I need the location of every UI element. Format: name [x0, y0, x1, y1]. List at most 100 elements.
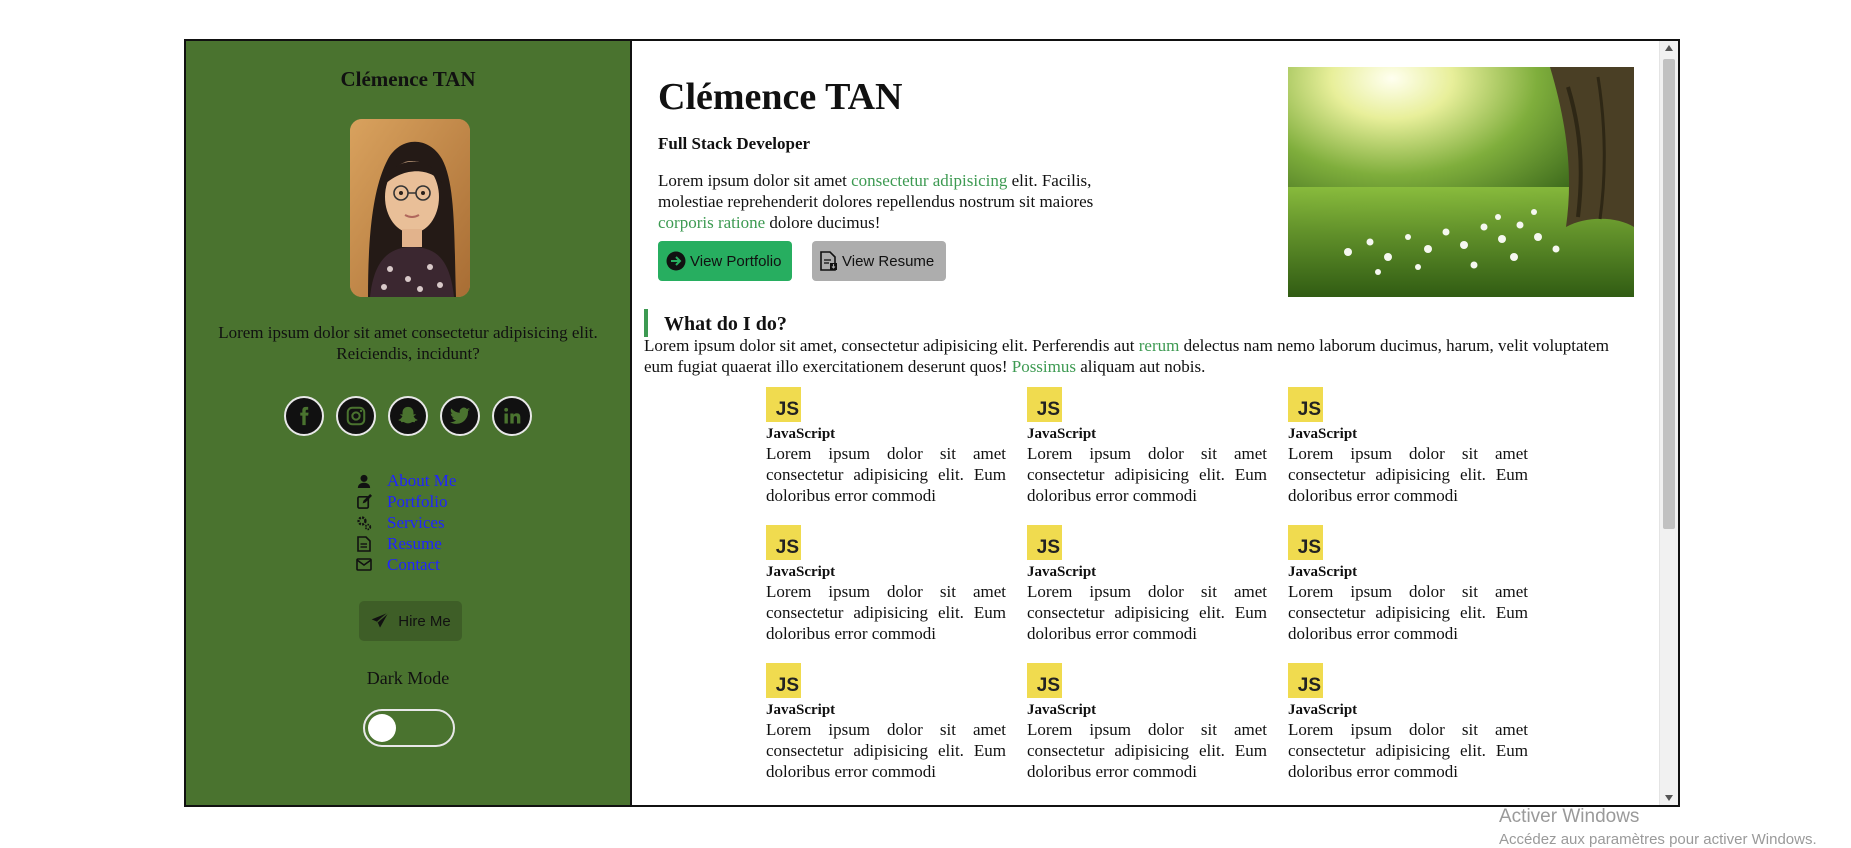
- javascript-icon: JS: [1288, 387, 1323, 422]
- service-card-title: JavaScript: [1288, 702, 1358, 718]
- service-card-text: Lorem ipsum dolor sit amet consectetur a…: [1288, 444, 1528, 505]
- intro-highlight-1: consectetur adipisicing: [851, 171, 1008, 190]
- page-frame: Clémence TAN Lorem ipsum dolor sit amet …: [184, 39, 1680, 807]
- service-card-text: Lorem ipsum dolor sit amet consectetur a…: [766, 444, 1006, 505]
- scroll-down-arrow[interactable]: [1665, 795, 1673, 801]
- service-card-text: Lorem ipsum dolor sit amet consectetur a…: [1288, 720, 1528, 781]
- nav-link-resume[interactable]: Resume: [387, 534, 442, 554]
- gears-icon: [355, 514, 373, 532]
- js-badge-text: JS: [1297, 675, 1321, 696]
- service-card: JS JavaScript Lorem ipsum dolor sit amet c…: [1027, 387, 1267, 506]
- sidebar-description: Lorem ipsum dolor sit amet consectetur a…: [218, 323, 598, 363]
- service-card: JS JavaScript Lorem ipsum dolor sit amet c…: [766, 387, 1006, 506]
- intro-text: Lorem ipsum dolor sit amet consectetur a…: [658, 170, 1138, 233]
- arrow-circle-icon: [666, 251, 686, 271]
- js-badge-text: JS: [1297, 399, 1321, 420]
- service-card-title: JavaScript: [1288, 426, 1358, 442]
- user-icon: [355, 472, 373, 490]
- service-card-title: JavaScript: [1027, 426, 1097, 442]
- snapchat-icon[interactable]: [388, 396, 428, 436]
- js-badge-text: JS: [775, 399, 799, 420]
- nav-item-about[interactable]: About Me: [355, 470, 456, 491]
- javascript-icon: JS: [1288, 663, 1323, 698]
- dark-mode-label: Dark Mode: [366, 668, 450, 688]
- dark-mode-toggle[interactable]: [363, 709, 455, 747]
- intro-highlight-2: corporis ratione: [658, 213, 766, 232]
- nav-item-contact[interactable]: Contact: [355, 554, 456, 575]
- service-card-title: JavaScript: [1027, 702, 1097, 718]
- service-card-text: Lorem ipsum dolor sit amet consectetur a…: [1027, 444, 1267, 505]
- services-grid: JS JavaScript Lorem ipsum dolor sit amet c…: [766, 387, 1528, 782]
- intro-part-1: Lorem ipsum dolor sit amet: [658, 171, 852, 190]
- intro-part-3: dolore ducimus!: [765, 213, 881, 232]
- watermark-title: Activer Windows: [1499, 806, 1640, 827]
- section-title: What do I do?: [644, 309, 787, 337]
- js-badge-text: JS: [1036, 675, 1060, 696]
- service-card-text: Lorem ipsum dolor sit amet consectetur a…: [1288, 582, 1528, 643]
- js-badge-text: JS: [1297, 537, 1321, 558]
- service-card: JS JavaScript Lorem ipsum dolor sit amet c…: [1027, 525, 1267, 644]
- nav-link-portfolio[interactable]: Portfolio: [387, 492, 447, 512]
- hire-me-label: Hire Me: [398, 612, 451, 630]
- service-card-text: Lorem ipsum dolor sit amet consectetur a…: [1027, 582, 1267, 643]
- service-card: JS JavaScript Lorem ipsum dolor sit amet c…: [1288, 663, 1528, 782]
- view-portfolio-label: View Portfolio: [690, 252, 782, 270]
- js-badge-text: JS: [775, 537, 799, 558]
- facebook-icon[interactable]: [284, 396, 324, 436]
- service-card: JS JavaScript Lorem ipsum dolor sit amet c…: [1288, 525, 1528, 644]
- hire-me-button[interactable]: Hire Me: [359, 601, 462, 641]
- service-card: JS JavaScript Lorem ipsum dolor sit amet c…: [766, 525, 1006, 644]
- mail-icon: [355, 556, 373, 574]
- watermark-subtitle: Accédez aux paramètres pour activer Wind…: [1499, 831, 1817, 848]
- instagram-icon[interactable]: [336, 396, 376, 436]
- sidebar-name: Clémence TAN: [340, 67, 476, 91]
- nav-link-contact[interactable]: Contact: [387, 555, 440, 575]
- javascript-icon: JS: [766, 387, 801, 422]
- service-card: JS JavaScript Lorem ipsum dolor sit amet c…: [1288, 387, 1528, 506]
- desc-part-3: aliquam aut nobis.: [1075, 357, 1206, 376]
- javascript-icon: JS: [1027, 387, 1062, 422]
- javascript-icon: JS: [1027, 525, 1062, 560]
- service-card-title: JavaScript: [766, 702, 836, 718]
- sidebar-nav: About Me Portfolio Services Resume Conta…: [355, 470, 456, 575]
- scrollbar-thumb[interactable]: [1663, 59, 1675, 529]
- service-card-title: JavaScript: [766, 564, 836, 580]
- service-card-title: JavaScript: [766, 426, 836, 442]
- service-card: JS JavaScript Lorem ipsum dolor sit amet c…: [1027, 663, 1267, 782]
- twitter-icon[interactable]: [440, 396, 480, 436]
- nav-item-portfolio[interactable]: Portfolio: [355, 491, 456, 512]
- hero-image: [1288, 67, 1634, 297]
- sidebar: Clémence TAN Lorem ipsum dolor sit amet …: [186, 41, 632, 805]
- javascript-icon: JS: [766, 525, 801, 560]
- nav-item-resume[interactable]: Resume: [355, 533, 456, 554]
- service-card-title: JavaScript: [1027, 564, 1097, 580]
- scroll-up-arrow[interactable]: [1665, 45, 1673, 51]
- scrollbar[interactable]: [1659, 41, 1678, 805]
- desc-highlight-2: Possimus: [1011, 357, 1076, 376]
- nav-link-services[interactable]: Services: [387, 513, 445, 533]
- service-card: JS JavaScript Lorem ipsum dolor sit amet c…: [766, 663, 1006, 782]
- service-card-text: Lorem ipsum dolor sit amet consectetur a…: [1027, 720, 1267, 781]
- social-links: [186, 396, 630, 436]
- linkedin-icon[interactable]: [492, 396, 532, 436]
- view-resume-label: View Resume: [842, 252, 935, 270]
- js-badge-text: JS: [1036, 537, 1060, 558]
- file-download-icon: [820, 251, 837, 271]
- send-icon: [371, 612, 389, 628]
- main-content: Clémence TAN Full Stack Developer Lorem …: [632, 41, 1678, 805]
- view-portfolio-button[interactable]: View Portfolio: [658, 241, 792, 281]
- avatar: [350, 119, 470, 297]
- edit-icon: [355, 493, 373, 511]
- nav-link-about[interactable]: About Me: [387, 471, 456, 491]
- javascript-icon: JS: [766, 663, 801, 698]
- service-card-text: Lorem ipsum dolor sit amet consectetur a…: [766, 720, 1006, 781]
- view-resume-button[interactable]: View Resume: [812, 241, 946, 281]
- desc-part-1: Lorem ipsum dolor sit amet, consectetur …: [644, 336, 1139, 355]
- page-title: Clémence TAN: [658, 76, 903, 118]
- desc-highlight-1: rerum: [1138, 336, 1180, 355]
- js-badge-text: JS: [1036, 399, 1060, 420]
- windows-activation-watermark: Activer Windows Accédez aux paramètres p…: [1499, 806, 1817, 848]
- file-icon: [355, 535, 373, 553]
- nav-item-services[interactable]: Services: [355, 512, 456, 533]
- section-description: Lorem ipsum dolor sit amet, consectetur …: [644, 335, 1612, 377]
